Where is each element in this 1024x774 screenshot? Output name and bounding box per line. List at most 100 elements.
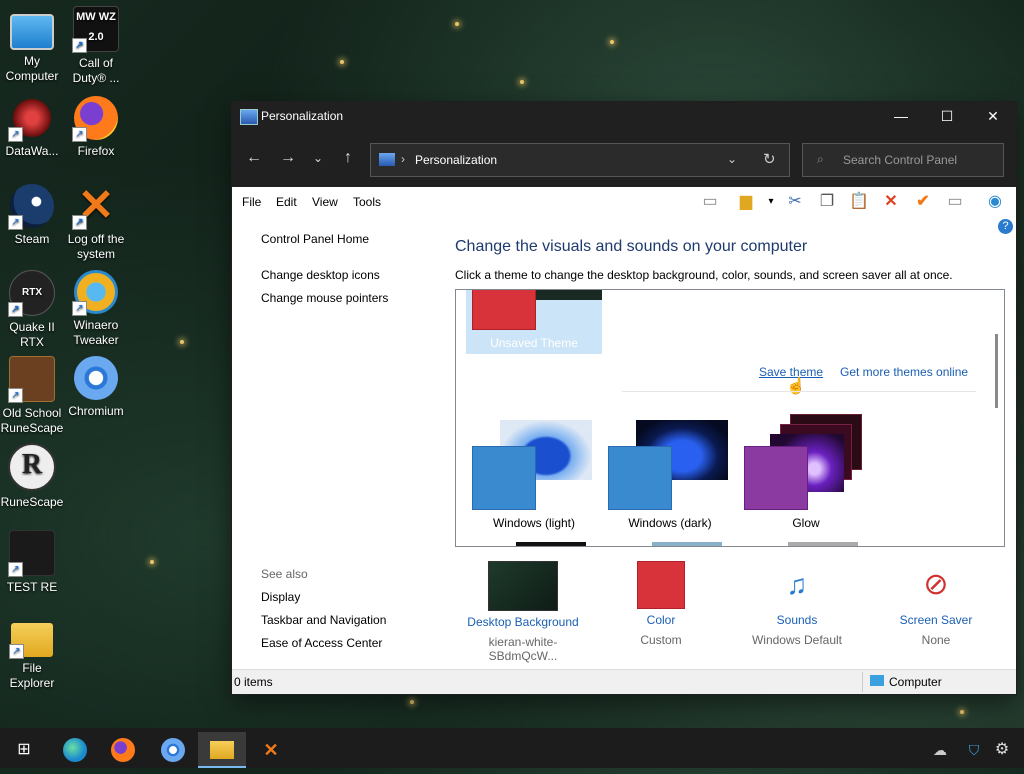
firefox-logo	[111, 738, 135, 762]
ease-of-access-link[interactable]: Ease of Access Center	[261, 636, 382, 650]
menu-view[interactable]: View	[312, 195, 338, 209]
sounds-title: Sounds	[776, 613, 818, 627]
address-bar[interactable]: › Personalization ⌄ ↻	[370, 143, 790, 177]
status-item-count: 0 items	[234, 675, 273, 689]
back-arrow-icon[interactable]: ←	[242, 149, 266, 167]
section-divider	[622, 391, 976, 392]
control-panel-icon	[379, 153, 395, 166]
desktop-icon-label: Firefox	[77, 144, 115, 158]
theme-windows-light[interactable]	[470, 418, 606, 528]
paste-icon[interactable]: 📋	[848, 192, 870, 212]
desktop-icon-firefox[interactable]: ↗ Firefox	[64, 96, 128, 159]
edge-logo	[63, 738, 87, 762]
taskbar-navigation-link[interactable]: Taskbar and Navigation	[261, 613, 386, 627]
desktop-icon-runescape[interactable]: R RuneScape	[0, 443, 64, 510]
menu-tools[interactable]: Tools	[353, 195, 381, 209]
search-icon: ⌕	[817, 152, 824, 166]
edge-icon[interactable]	[51, 732, 99, 768]
themes-list[interactable]: Unsaved Theme Save theme Get more themes…	[455, 289, 1005, 547]
desktop-icon-label: My Computer	[5, 54, 59, 83]
delete-icon[interactable]: ✕	[880, 192, 902, 212]
screen-saver-icon: ⊘	[923, 568, 949, 601]
screen-saver-item[interactable]: ⊘ Screen Saver None	[868, 557, 1004, 647]
menu-file[interactable]: File	[242, 195, 261, 209]
desktop-icon-test-re[interactable]: ↗ TEST RE	[0, 530, 64, 595]
desktop-background-item[interactable]: Desktop Background kieran-white-SBdmQcW.…	[455, 557, 591, 663]
file-explorer-taskbar-icon[interactable]	[198, 732, 246, 768]
refresh-icon[interactable]: ↻	[763, 150, 776, 168]
address-dropdown-icon[interactable]: ⌄	[727, 152, 737, 166]
page-heading: Change the visuals and sounds on your co…	[455, 238, 808, 255]
desktop-icon-steam[interactable]: ↗ Steam	[0, 184, 64, 247]
checkmark-icon[interactable]: ✔	[912, 192, 934, 212]
globe-icon[interactable]: ◉	[984, 192, 1006, 212]
desktop-icon-label: Call of Duty® ...	[72, 56, 120, 85]
navigation-bar: ← → ⌄ ↑ › Personalization ⌄ ↻ ⌕ Search C…	[232, 131, 1016, 187]
theme-preview-color	[472, 446, 536, 510]
desktop-icon-my-computer[interactable]: My Computer	[0, 10, 64, 84]
scrollbar-thumb[interactable]	[995, 334, 998, 408]
desktop-icon-winaero[interactable]: ↗ Winaero Tweaker	[64, 270, 128, 348]
logoff-taskbar-icon[interactable]: ✕	[247, 732, 295, 768]
personalization-window: Personalization — ☐ ✕ ← → ⌄ ↑ › Personal…	[232, 102, 1016, 694]
desktop-background-title: Desktop Background	[467, 615, 579, 629]
change-mouse-pointers-link[interactable]: Change mouse pointers	[261, 291, 388, 305]
rename-icon[interactable]: ▭	[944, 192, 966, 212]
shortcut-arrow-icon: ↗	[8, 302, 23, 317]
desktop-background-sub: kieran-white-SBdmQcW...	[488, 635, 558, 663]
firefox-taskbar-icon[interactable]	[99, 732, 147, 768]
cut-icon[interactable]: ✂	[784, 192, 806, 212]
theme-preview-color	[608, 446, 672, 510]
help-icon[interactable]: ?	[998, 219, 1013, 234]
address-text: Personalization	[415, 153, 498, 167]
theme-windows-dark[interactable]	[606, 418, 742, 528]
desktop-icon-label: Old School RuneScape	[0, 406, 64, 435]
windows-start-icon[interactable]: ⊞	[0, 732, 48, 768]
network-icon[interactable]: ☁	[928, 732, 952, 768]
up-arrow-icon[interactable]: ↑	[336, 149, 360, 167]
sounds-sub: Windows Default	[751, 633, 843, 647]
close-button[interactable]: ✕	[970, 102, 1016, 131]
title-bar[interactable]: Personalization — ☐ ✕	[232, 102, 1016, 131]
desktop-icon-osrs[interactable]: ↗ Old School RuneScape	[0, 356, 64, 436]
minimize-button[interactable]: —	[878, 102, 924, 131]
theme-glow[interactable]	[742, 414, 878, 524]
menu-bar: File Edit View Tools ▭ ▆ ▾ ✂ ❐ 📋 ✕ ✔ ▭ ◉	[232, 187, 1016, 218]
unsaved-theme-label: Unsaved Theme	[490, 336, 578, 350]
see-also-label: See also	[261, 567, 308, 581]
maximize-button[interactable]: ☐	[924, 102, 970, 131]
shortcut-arrow-icon: ↗	[72, 301, 87, 316]
copy-icon[interactable]: ❐	[816, 192, 838, 212]
menu-edit[interactable]: Edit	[276, 195, 297, 209]
layout-pane-icon[interactable]: ▭	[699, 192, 721, 212]
security-shield-icon[interactable]: ⛉	[962, 732, 986, 768]
dropdown-arrow-icon[interactable]: ▾	[760, 192, 782, 212]
settings-gear-icon[interactable]: ⚙	[990, 732, 1014, 768]
desktop-icon-datawa[interactable]: ↗ DataWa...	[0, 96, 64, 159]
light-dot	[180, 340, 184, 344]
forward-arrow-icon[interactable]: →	[276, 149, 300, 167]
shortcut-arrow-icon: ↗	[72, 38, 87, 53]
rtx-badge-text: RTX	[22, 287, 42, 298]
get-more-themes-link[interactable]: Get more themes online	[840, 365, 968, 379]
recent-chevron-down-icon[interactable]: ⌄	[306, 151, 330, 165]
desktop-background-thumbnail	[488, 561, 558, 611]
unsaved-theme-color	[472, 290, 536, 330]
control-panel-home-link[interactable]: Control Panel Home	[261, 232, 369, 246]
desktop-icon-call-of-duty[interactable]: MW WZ 2.0 ↗ Call of Duty® ...	[64, 6, 128, 86]
unsaved-theme-tile[interactable]: Unsaved Theme	[466, 290, 602, 354]
change-desktop-icons-link[interactable]: Change desktop icons	[261, 268, 380, 282]
chromium-taskbar-icon[interactable]	[149, 732, 197, 768]
color-item[interactable]: Color Custom	[593, 557, 729, 647]
steam-icon: ↗	[8, 184, 54, 230]
color-swatch	[637, 561, 685, 609]
desktop-icon-file-explorer[interactable]: ↗ File Explorer	[0, 617, 64, 691]
desktop-icon-label: Log off the system	[67, 232, 125, 261]
display-link[interactable]: Display	[261, 590, 300, 604]
sounds-item[interactable]: ♫ Sounds Windows Default	[729, 557, 865, 647]
desktop-icon-quake[interactable]: RTX ↗ Quake II RTX	[0, 270, 64, 350]
desktop-icon-log-off[interactable]: ✕ ↗ Log off the system	[64, 184, 128, 262]
search-box[interactable]: ⌕ Search Control Panel	[802, 143, 1004, 177]
desktop-icon-chromium[interactable]: Chromium	[64, 356, 128, 419]
properties-folder-icon[interactable]: ▆	[735, 192, 757, 212]
